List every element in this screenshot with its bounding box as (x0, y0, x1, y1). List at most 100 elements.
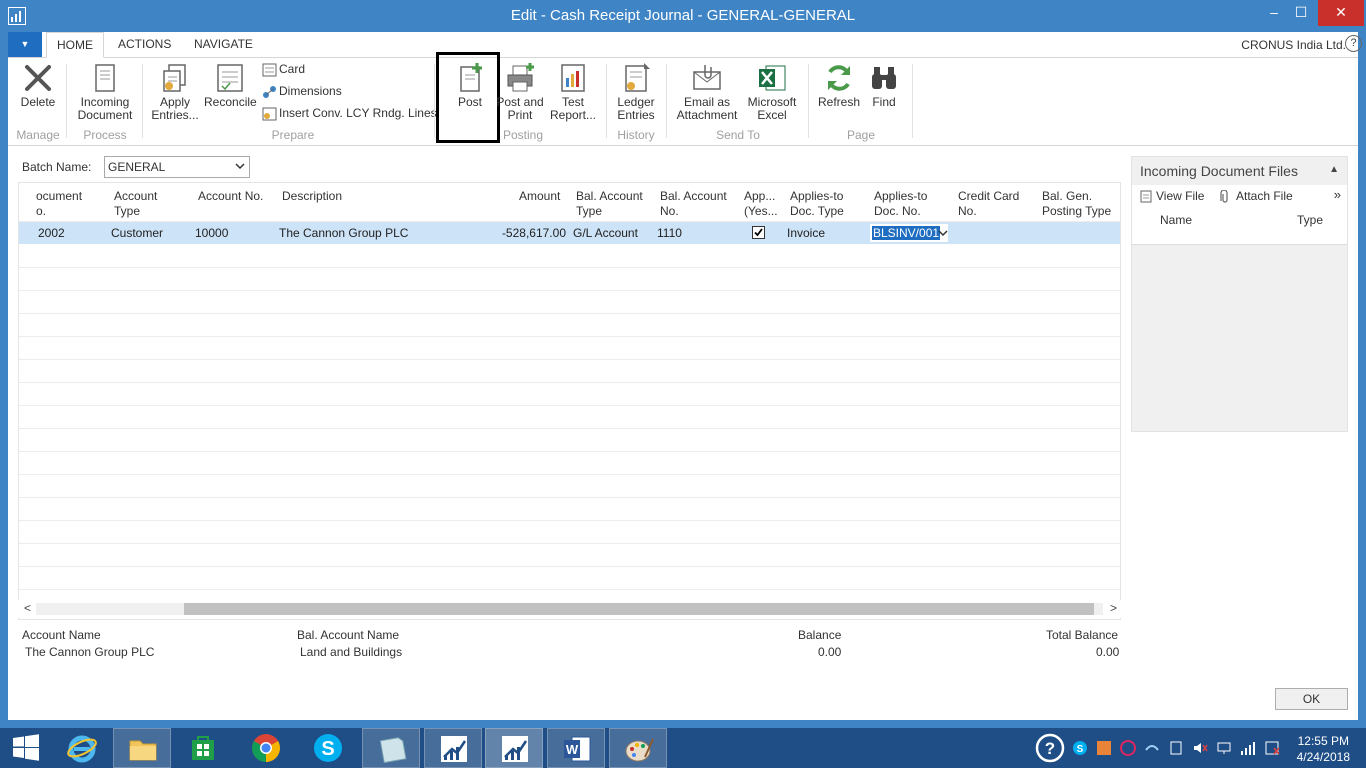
application-menu-button[interactable]: ▼ (8, 32, 42, 57)
taskbar-dynamics-nav-2[interactable] (485, 728, 543, 768)
help-icon[interactable]: ? (1345, 35, 1362, 52)
applies-to-doc-no-input[interactable]: BLSINV/001 (869, 223, 949, 243)
incoming-document-button[interactable]: Incoming Document (74, 62, 136, 122)
taskbar-file-explorer[interactable] (113, 728, 171, 768)
microsoft-excel-button[interactable]: Microsoft Excel (744, 62, 800, 122)
header-bal-account-type-line2: Type (576, 204, 603, 218)
email-as-attachment-button[interactable]: Email as Attachment (672, 62, 742, 122)
row-divider (19, 474, 1120, 475)
reconcile-button[interactable]: Reconcile (204, 62, 257, 109)
tab-home[interactable]: HOME (46, 32, 104, 58)
start-button[interactable] (0, 728, 58, 768)
scrollbar-thumb[interactable] (184, 603, 1094, 615)
test-report-button[interactable]: Test Report... (548, 62, 598, 122)
header-applies-to-doc-type[interactable]: Applies-to Doc. Type (790, 189, 844, 219)
cell-bal-account-no[interactable]: 1110 (657, 226, 682, 240)
volume-mute-icon[interactable] (1192, 740, 1208, 756)
cell-account-type[interactable]: Customer (111, 226, 163, 240)
row-divider (19, 543, 1120, 544)
taskbar-chrome[interactable] (237, 728, 295, 768)
header-bal-account-no[interactable]: Bal. Account No. (660, 189, 727, 219)
tab-actions[interactable]: ACTIONS (118, 37, 171, 51)
insert-conv-lcy-button[interactable]: Insert Conv. LCY Rndg. Lines (262, 105, 437, 123)
factbox-list-header: Name Type (1132, 207, 1347, 245)
more-actions-icon[interactable]: » (1334, 187, 1341, 202)
row-divider (19, 451, 1120, 452)
antivirus-tray-icon[interactable] (1120, 740, 1136, 756)
header-amount[interactable]: Amount (519, 189, 560, 204)
svg-text:W: W (566, 742, 579, 757)
taskbar-dynamics-nav-1[interactable] (424, 728, 482, 768)
taskbar-store[interactable] (174, 728, 232, 768)
apply-entries-button[interactable]: Apply Entries... (150, 62, 200, 122)
company-name[interactable]: CRONUS India Ltd. (1241, 38, 1346, 52)
taskbar-paint[interactable] (609, 728, 667, 768)
ribbon-separator (606, 64, 607, 138)
ok-button[interactable]: OK (1275, 688, 1348, 710)
taskbar-app-notes[interactable] (362, 728, 420, 768)
collapse-icon[interactable]: ▲ (1329, 164, 1339, 175)
refresh-button[interactable]: Refresh (816, 62, 862, 109)
factbox-column-name[interactable]: Name (1160, 213, 1192, 227)
scroll-right-icon[interactable]: > (1110, 601, 1117, 615)
cell-applies-to-doc-type[interactable]: Invoice (787, 226, 825, 240)
post-and-print-button[interactable]: Post and Print (496, 62, 544, 122)
action-center-icon[interactable] (1264, 740, 1280, 756)
reconcile-label: Reconcile (204, 95, 257, 109)
header-description[interactable]: Description (282, 189, 342, 204)
balance-value: 0.00 (818, 645, 842, 659)
cell-amount[interactable]: -528,617.00 (489, 226, 566, 240)
ledger-entries-button[interactable]: Ledger Entries (612, 62, 660, 122)
dynamics-nav-icon (441, 736, 467, 762)
factbox-title: Incoming Document Files (1140, 163, 1298, 179)
maximize-button[interactable]: ☐ (1284, 0, 1318, 26)
header-document-no[interactable]: ocument o. (36, 189, 82, 219)
close-button[interactable]: ✕ (1318, 0, 1364, 26)
chrome-icon (252, 734, 280, 762)
table-row[interactable]: 2002 Customer 10000 The Cannon Group PLC… (19, 222, 1120, 244)
display-tray-icon[interactable] (1216, 740, 1232, 756)
find-button[interactable]: Find (866, 62, 902, 109)
skype-tray-icon[interactable]: S (1072, 740, 1088, 756)
taskbar-word[interactable]: W (547, 728, 605, 768)
ribbon-separator (142, 64, 143, 138)
dynamics-nav-icon (502, 736, 528, 762)
taskbar-skype[interactable]: S (299, 728, 357, 768)
signal-strength-icon[interactable] (1240, 740, 1256, 756)
header-applies-to-doc-no[interactable]: Applies-to Doc. No. (874, 189, 927, 219)
help-icon[interactable]: ? (1034, 732, 1066, 764)
binoculars-icon (872, 67, 896, 89)
delete-button[interactable]: Delete (18, 62, 58, 109)
header-bal-gen-posting-type[interactable]: Bal. Gen. Posting Type (1042, 189, 1111, 219)
cell-document-no[interactable]: 2002 (38, 226, 65, 240)
reconcile-icon (217, 64, 243, 92)
cell-bal-account-type[interactable]: G/L Account (573, 226, 638, 240)
card-button[interactable]: Card (262, 61, 305, 79)
header-document-no-line2: o. (36, 204, 47, 218)
factbox-column-type[interactable]: Type (1297, 213, 1323, 227)
chevron-down-icon[interactable] (937, 227, 949, 239)
taskbar-internet-explorer[interactable] (53, 728, 111, 768)
attach-file-button[interactable]: Attach File (1220, 189, 1293, 204)
view-file-button[interactable]: View File (1140, 189, 1204, 203)
scroll-left-icon[interactable]: < (24, 601, 31, 615)
tab-navigate[interactable]: NAVIGATE (194, 37, 253, 51)
cell-description[interactable]: The Cannon Group PLC (279, 226, 408, 240)
cell-account-no[interactable]: 10000 (195, 226, 228, 240)
header-bal-account-type[interactable]: Bal. Account Type (576, 189, 643, 219)
network-tray-icon[interactable] (1144, 740, 1160, 756)
header-applies[interactable]: App... (Yes... (744, 189, 778, 219)
journal-page: Batch Name: GENERAL ocument o. Account T… (8, 146, 1358, 720)
device-tray-icon[interactable] (1168, 740, 1184, 756)
taskbar-clock[interactable]: 12:55 PM 4/24/2018 (1297, 733, 1350, 765)
batch-name-select[interactable]: GENERAL (104, 156, 250, 178)
header-account-type[interactable]: Account Type (114, 189, 157, 219)
header-account-no[interactable]: Account No. (198, 189, 263, 204)
applies-checkbox[interactable] (752, 226, 765, 239)
dimensions-button[interactable]: Dimensions (262, 83, 342, 101)
group-label-send-to: Send To (716, 128, 760, 142)
horizontal-scrollbar[interactable]: < > (18, 600, 1121, 618)
total-balance-label: Total Balance (1046, 628, 1119, 642)
app-tray-icon[interactable] (1096, 740, 1112, 756)
header-credit-card-no[interactable]: Credit Card No. (958, 189, 1019, 219)
